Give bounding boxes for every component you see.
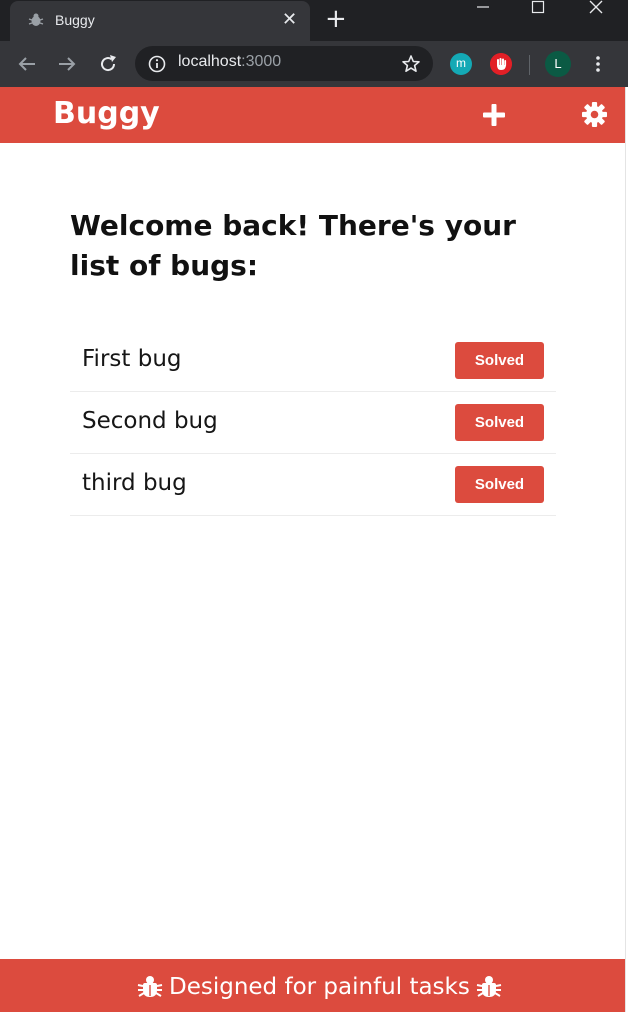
- window-minimize-icon[interactable]: [473, 0, 493, 14]
- window-maximize-icon[interactable]: [531, 0, 545, 14]
- bookmark-star-icon[interactable]: [401, 54, 421, 74]
- bug-row: First bug Solved: [70, 330, 556, 392]
- solved-button[interactable]: Solved: [455, 404, 544, 441]
- bug-title: First bug: [82, 346, 182, 372]
- bug-title: third bug: [82, 470, 187, 496]
- browser-tab[interactable]: Buggy ✕: [10, 1, 310, 41]
- reload-icon[interactable]: [97, 53, 119, 75]
- solved-button[interactable]: Solved: [455, 342, 544, 379]
- url-host: localhost: [178, 53, 242, 70]
- solved-button[interactable]: Solved: [455, 466, 544, 503]
- tab-title: Buggy: [55, 12, 95, 28]
- browser-toolbar: localhost:3000 m L: [0, 41, 628, 87]
- extension-stop-hand-icon[interactable]: [490, 53, 512, 75]
- footer-content: Designed for painful tasks: [137, 972, 502, 1002]
- bug-icon: [476, 976, 502, 997]
- settings-gear-icon[interactable]: [580, 100, 609, 129]
- app-brand[interactable]: Buggy: [53, 96, 160, 131]
- profile-avatar[interactable]: L: [545, 51, 571, 77]
- bug-title: Second bug: [82, 408, 218, 434]
- add-bug-plus-icon[interactable]: [480, 101, 508, 129]
- tab-close-icon[interactable]: ✕: [282, 9, 297, 31]
- window-close-icon[interactable]: [588, 0, 604, 14]
- browser-tab-bar: Buggy ✕ +: [0, 0, 628, 41]
- app-header: Buggy: [0, 87, 625, 143]
- kebab-menu-icon[interactable]: [588, 54, 608, 74]
- url-text[interactable]: localhost:3000: [178, 53, 281, 71]
- app-footer: Designed for painful tasks: [0, 959, 625, 1012]
- extension-m-icon[interactable]: m: [450, 53, 472, 75]
- back-arrow-icon[interactable]: [16, 53, 38, 75]
- welcome-heading: Welcome back! There's your list of bugs:: [70, 209, 516, 282]
- forward-arrow-icon[interactable]: [56, 53, 78, 75]
- bug-favicon-icon: [28, 13, 44, 26]
- new-tab-icon[interactable]: +: [325, 6, 347, 32]
- bug-list: First bug Solved Second bug Solved third…: [70, 330, 556, 516]
- bug-row: Second bug Solved: [70, 392, 556, 454]
- bug-icon: [137, 976, 163, 997]
- site-info-icon[interactable]: [148, 55, 166, 73]
- toolbar-divider: [529, 55, 530, 75]
- footer-text: Designed for painful tasks: [169, 974, 470, 1000]
- bug-row: third bug Solved: [70, 454, 556, 516]
- url-port: :3000: [241, 53, 282, 70]
